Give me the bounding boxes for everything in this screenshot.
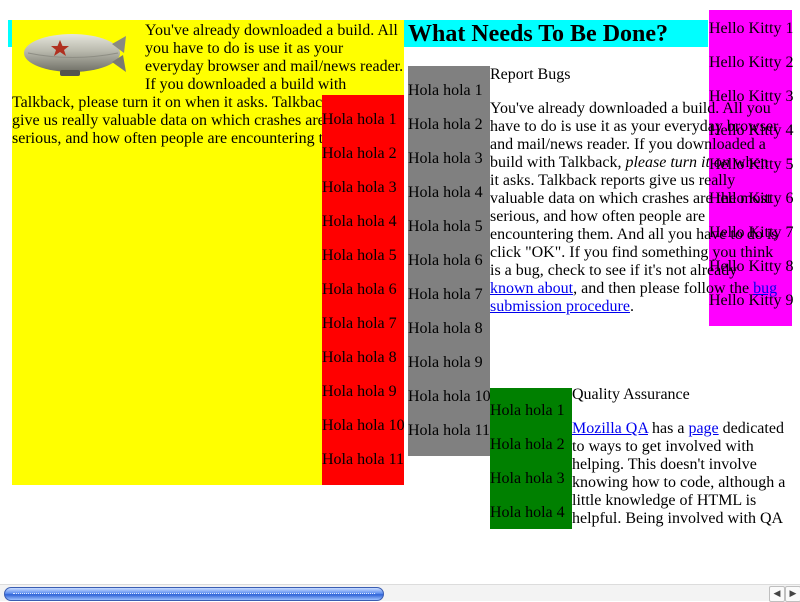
qa-text: Mozilla QA has a page dedicated to ways … bbox=[572, 420, 792, 528]
report-text-part: , and then please follow the bbox=[573, 280, 754, 297]
list-item: Hola hola 4 bbox=[322, 213, 397, 230]
zeppelin-image bbox=[24, 34, 126, 76]
mozilla-qa-link[interactable]: Mozilla QA bbox=[572, 420, 648, 437]
list-item: Hola hola 11 bbox=[322, 451, 405, 468]
list-item: Hello Kitty 1 bbox=[709, 20, 794, 37]
report-bugs-text: You've already downloaded a build. All y… bbox=[408, 100, 780, 368]
list-item: Hola hola 3 bbox=[490, 470, 565, 487]
qa-title: Quality Assurance bbox=[572, 386, 690, 403]
scrollbar-thumb[interactable] bbox=[4, 587, 384, 601]
list-item: Hola hola 2 bbox=[490, 436, 565, 453]
list-item: Hola hola 1 bbox=[322, 111, 397, 128]
list-item: Hola hola 6 bbox=[322, 281, 397, 298]
list-item: Hola hola 8 bbox=[322, 349, 397, 366]
list-item: Hola hola 4 bbox=[490, 504, 565, 521]
qa-page-link[interactable]: page bbox=[688, 420, 718, 437]
list-item: Hola hola 1 bbox=[490, 402, 565, 419]
horizontal-scrollbar[interactable]: ◀ ▶ bbox=[0, 584, 800, 602]
report-bugs-title: Report Bugs bbox=[490, 66, 571, 83]
report-emphasis: please turn it on bbox=[625, 154, 730, 171]
report-text-part: . bbox=[629, 298, 634, 315]
report-text-part: when it asks. Talkback reports give us r… bbox=[490, 154, 778, 279]
list-item: Hola hola 9 bbox=[322, 383, 397, 400]
list-item: Hola hola 10 bbox=[322, 417, 405, 434]
list-item: Hola hola 7 bbox=[322, 315, 397, 332]
list-item: Hola hola 5 bbox=[322, 247, 397, 264]
green-list: Hola hola 1 Hola hola 2 Hola hola 3 Hola… bbox=[490, 388, 572, 529]
list-item: Hola hola 1 bbox=[408, 82, 483, 99]
list-item: Hola hola 10 bbox=[408, 388, 491, 405]
list-item: Hola hola 2 bbox=[322, 145, 397, 162]
page-heading: What Needs To Be Done? bbox=[408, 21, 669, 47]
qa-text-part: has a bbox=[648, 420, 689, 437]
known-about-link[interactable]: known about bbox=[490, 280, 573, 297]
list-item: Hello Kitty 2 bbox=[709, 54, 794, 71]
list-item: Hola hola 11 bbox=[408, 422, 491, 439]
red-list: Hola hola 1 Hola hola 2 Hola hola 3 Hola… bbox=[322, 95, 405, 485]
list-item: Hola hola 3 bbox=[322, 179, 397, 196]
